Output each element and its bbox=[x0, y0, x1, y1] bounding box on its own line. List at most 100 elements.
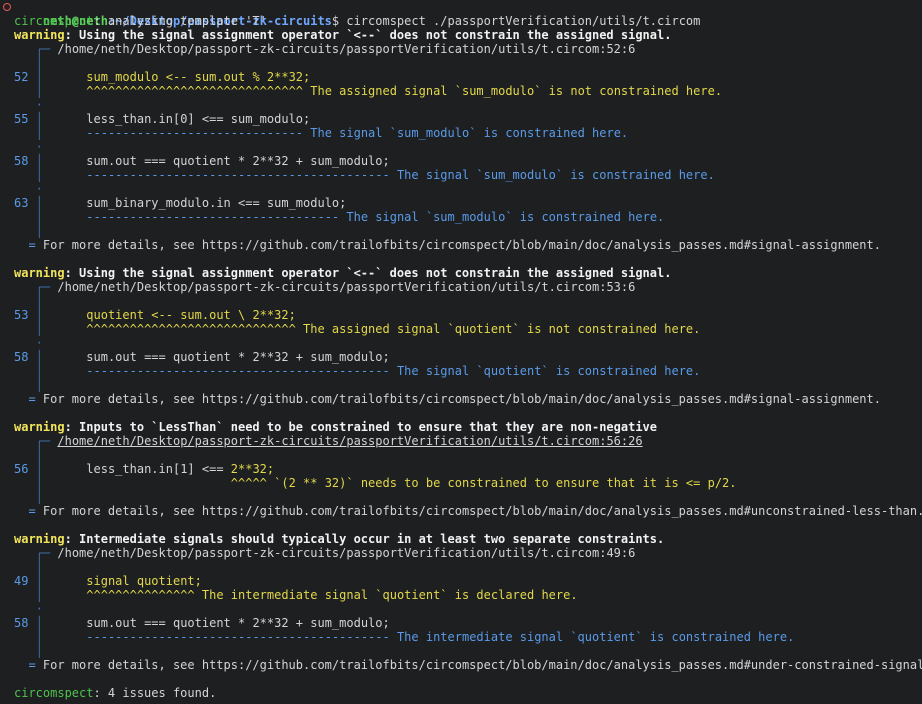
location-line: ┌─ /home/neth/Desktop/passport-zk-circui… bbox=[35, 280, 636, 294]
marker: ^^^^^ bbox=[230, 476, 267, 490]
code-line: 56 │ less_than.in[1] <== 2**32; bbox=[14, 462, 275, 476]
warning-label: warning bbox=[14, 532, 65, 546]
more-details-text: For more details, see https://github.com… bbox=[35, 504, 922, 518]
frame-line: │ bbox=[35, 56, 43, 70]
summary-text: : 4 issues found. bbox=[93, 686, 217, 700]
marker: ----------------------------------------… bbox=[86, 168, 390, 182]
more-details: = For more details, see https://github.c… bbox=[28, 392, 881, 406]
marker-note: The intermediate signal `quotient` is co… bbox=[389, 630, 795, 644]
frame-line: │ bbox=[35, 224, 43, 238]
marker: ------------------------------ bbox=[86, 126, 304, 140]
code-text: quotient <-- sum.out \ 2**32; bbox=[86, 308, 296, 322]
file-location: /home/neth/Desktop/passport-zk-circuits/… bbox=[57, 546, 636, 560]
marker-note: The signal `quotient` is constrained her… bbox=[389, 364, 701, 378]
warning-message: : Using the signal assignment operator `… bbox=[64, 266, 672, 280]
file-location: /home/neth/Desktop/passport-zk-circuits/… bbox=[57, 42, 636, 56]
line-number: 53 bbox=[14, 308, 29, 322]
line-number: 63 bbox=[14, 196, 29, 210]
more-details-text: For more details, see https://github.com… bbox=[35, 658, 922, 672]
marker-note: The signal `sum_modulo` is constrained h… bbox=[303, 126, 629, 140]
marker: ^^^^^^^^^^^^^^^ bbox=[86, 588, 195, 602]
line-number: 56 bbox=[14, 462, 29, 476]
marker-line: │ ^^^^^^^^^^^^^^^ The intermediate signa… bbox=[35, 588, 578, 602]
marker-line: │ --------------------------------------… bbox=[35, 630, 795, 644]
marker-note: The intermediate signal `quotient` is de… bbox=[194, 588, 578, 602]
marker-note: The signal `sum_modulo` is constrained h… bbox=[389, 168, 715, 182]
tool-name: circomspect bbox=[14, 14, 94, 28]
code-line: 55 │ less_than.in[0] <== sum_modulo; bbox=[14, 112, 311, 126]
more-details: = For more details, see https://github.c… bbox=[28, 238, 881, 252]
code-text: less_than.in[0] <== sum_modulo; bbox=[86, 112, 311, 126]
line-number: 55 bbox=[14, 112, 29, 126]
analyzing-text: : analyzing template 'T' bbox=[93, 14, 267, 28]
marker: ----------------------------------- bbox=[86, 210, 340, 224]
warning-label: warning bbox=[14, 420, 65, 434]
warning-header: warning: Using the signal assignment ope… bbox=[14, 266, 922, 280]
frame-line: │ bbox=[35, 448, 43, 462]
marker-line: │ --------------------------------------… bbox=[35, 168, 715, 182]
marker-line: │ ----------------------------------- Th… bbox=[35, 210, 665, 224]
warning-message: : Inputs to `LessThan` need to be constr… bbox=[64, 420, 657, 434]
line-number: 52 bbox=[14, 70, 29, 84]
code-highlight: 2**32; bbox=[230, 462, 275, 476]
marker-line: │ ^^^^^^^^^^^^^^^^^^^^^^^^^^^^^ The assi… bbox=[35, 322, 701, 336]
frame-line: · bbox=[14, 182, 43, 196]
prompt-line: neth@neth:~/Desktop/passport-zk-circuits… bbox=[3, 0, 922, 28]
line-number: 58 bbox=[14, 616, 29, 630]
marker: ----------------------------------------… bbox=[86, 630, 390, 644]
more-details: = For more details, see https://github.c… bbox=[14, 504, 922, 518]
file-location: /home/neth/Desktop/passport-zk-circuits/… bbox=[57, 280, 636, 294]
marker-line: │ --------------------------------------… bbox=[35, 364, 701, 378]
file-location-link[interactable]: /home/neth/Desktop/passport-zk-circuits/… bbox=[57, 434, 642, 448]
warning-message: : Using the signal assignment operator `… bbox=[64, 28, 672, 42]
code-line: 49 │ signal quotient; bbox=[14, 574, 202, 588]
frame-line: │ bbox=[35, 644, 43, 658]
marker-note: `(2 ** 32)` needs to be constrained to e… bbox=[266, 476, 737, 490]
line-number: 49 bbox=[14, 574, 29, 588]
more-details-text: For more details, see https://github.com… bbox=[35, 238, 881, 252]
warning-header: warning: Using the signal assignment ope… bbox=[14, 28, 922, 42]
frame-line: · bbox=[14, 602, 43, 616]
code-text: signal quotient; bbox=[86, 574, 202, 588]
marker: ^^^^^^^^^^^^^^^^^^^^^^^^^^^^^^ bbox=[86, 84, 304, 98]
code-text: sum_binary_modulo.in <== sum_modulo; bbox=[86, 196, 347, 210]
marker: ----------------------------------------… bbox=[86, 364, 390, 378]
code-line: 52 │ sum_modulo <-- sum.out % 2**32; bbox=[14, 70, 311, 84]
marker-line: │ ------------------------------ The sig… bbox=[35, 126, 629, 140]
code-line: 58 │ sum.out === quotient * 2**32 + sum_… bbox=[14, 616, 390, 630]
more-details-text: For more details, see https://github.com… bbox=[35, 392, 881, 406]
frame-line: │ bbox=[35, 294, 43, 308]
code-text: sum.out === quotient * 2**32 + sum_modul… bbox=[86, 154, 390, 168]
code-text: sum.out === quotient * 2**32 + sum_modul… bbox=[86, 616, 390, 630]
code-line: 58 │ sum.out === quotient * 2**32 + sum_… bbox=[14, 350, 390, 364]
frame-line: · bbox=[14, 140, 43, 154]
frame-line: │ bbox=[35, 378, 43, 392]
warning-block: warning: Inputs to `LessThan` need to be… bbox=[14, 420, 922, 532]
warning-block: warning: Using the signal assignment ope… bbox=[14, 266, 922, 420]
marker-line: │ ^^^^^^^^^^^^^^^^^^^^^^^^^^^^^^ The ass… bbox=[35, 84, 723, 98]
marker-note: The signal `sum_modulo` is constrained h… bbox=[339, 210, 665, 224]
analyzing-line: circomspect: analyzing template 'T' bbox=[14, 14, 922, 28]
more-details: = For more details, see https://github.c… bbox=[14, 658, 922, 672]
warning-label: warning bbox=[14, 28, 65, 42]
error-status-icon bbox=[3, 3, 11, 11]
code-line: 63 │ sum_binary_modulo.in <== sum_modulo… bbox=[14, 196, 347, 210]
code-text: less_than.in[1] <== bbox=[86, 462, 231, 476]
warning-header: warning: Intermediate signals should typ… bbox=[14, 532, 922, 546]
warning-message: : Intermediate signals should typically … bbox=[64, 532, 665, 546]
terminal-window[interactable]: neth@neth:~/Desktop/passport-zk-circuits… bbox=[0, 0, 922, 704]
code-line: 53 │ quotient <-- sum.out \ 2**32; bbox=[14, 308, 296, 322]
warning-header: warning: Inputs to `LessThan` need to be… bbox=[14, 420, 922, 434]
location-line: ┌─ /home/neth/Desktop/passport-zk-circui… bbox=[35, 546, 636, 560]
code-text: sum.out === quotient * 2**32 + sum_modul… bbox=[86, 350, 390, 364]
frame-line: · bbox=[14, 336, 43, 350]
frame-line: │ bbox=[35, 560, 43, 574]
code-text: sum_modulo <-- sum.out % 2**32; bbox=[86, 70, 311, 84]
tool-name: circomspect bbox=[14, 686, 94, 700]
line-number: 58 bbox=[14, 350, 29, 364]
frame-line: · bbox=[14, 98, 43, 112]
warning-block: warning: Using the signal assignment ope… bbox=[14, 28, 922, 266]
marker-note: The assigned signal `sum_modulo` is not … bbox=[303, 84, 723, 98]
frame-line: │ bbox=[35, 490, 43, 504]
summary-line: circomspect: 4 issues found. bbox=[14, 686, 922, 700]
